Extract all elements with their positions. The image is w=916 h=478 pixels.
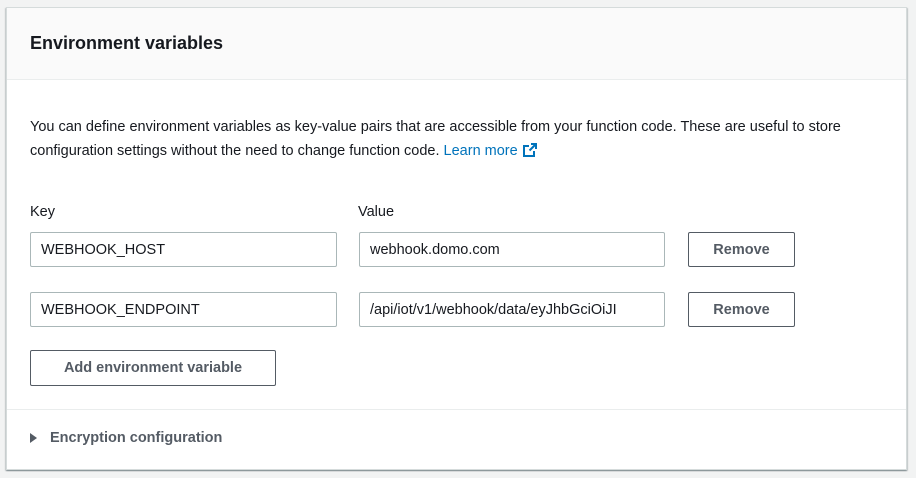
encryption-configuration-label: Encryption configuration <box>50 430 223 446</box>
remove-button-2[interactable]: Remove <box>688 292 795 327</box>
panel-title: Environment variables <box>30 33 224 53</box>
environment-variables-panel: Environment variables You can define env… <box>6 7 907 470</box>
description-text: You can define environment variables as … <box>30 119 841 159</box>
add-environment-variable-button[interactable]: Add environment variable <box>30 350 276 386</box>
divider <box>7 409 906 410</box>
value-input-1[interactable] <box>359 232 665 267</box>
key-column-label: Key <box>30 204 55 220</box>
external-link-icon <box>522 143 537 157</box>
remove-button-1[interactable]: Remove <box>688 232 795 267</box>
learn-more-link[interactable]: Learn more <box>444 143 538 159</box>
panel-header: Environment variables <box>7 8 906 80</box>
key-input-1[interactable] <box>30 232 337 267</box>
value-column-label: Value <box>358 204 395 220</box>
learn-more-label: Learn more <box>443 143 518 159</box>
key-input-2[interactable] <box>30 292 337 327</box>
caret-right-icon <box>30 433 37 443</box>
encryption-configuration-expander[interactable]: Encryption configuration <box>30 430 222 446</box>
value-input-2[interactable] <box>359 292 665 327</box>
description: You can define environment variables as … <box>30 115 890 163</box>
